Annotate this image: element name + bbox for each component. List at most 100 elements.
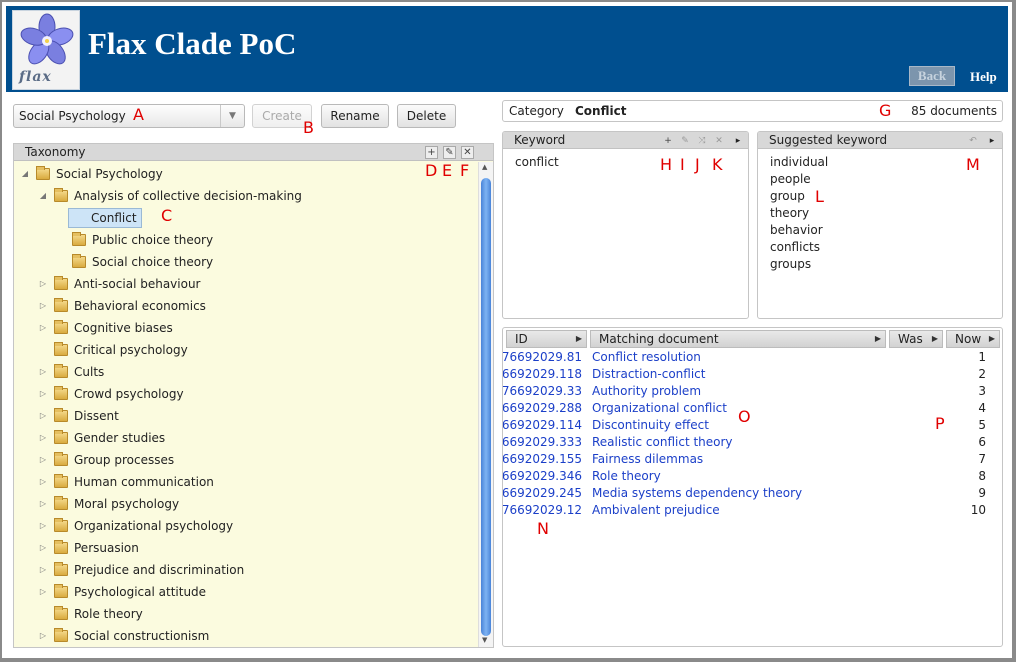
column-was[interactable]: Was ▶ xyxy=(889,330,943,348)
document-title-link[interactable]: Discontinuity effect xyxy=(592,417,709,434)
scroll-down-icon[interactable]: ▼ xyxy=(482,636,487,644)
column-matching-document[interactable]: Matching document ▶ xyxy=(590,330,886,348)
document-id[interactable]: 76692029.118 xyxy=(503,366,582,383)
tree-node[interactable]: ▷ Anti-social behaviour xyxy=(14,274,474,294)
tree-node-label[interactable]: Behavioral economics xyxy=(72,296,208,316)
scroll-up-icon[interactable]: ▲ xyxy=(482,163,487,171)
column-id[interactable]: ID ▶ xyxy=(506,330,587,348)
expand-toggle-icon[interactable]: ▷ xyxy=(38,450,48,470)
document-title-link[interactable]: Media systems dependency theory xyxy=(592,485,802,502)
expand-toggle-icon[interactable]: ▷ xyxy=(38,406,48,426)
expand-toggle-icon[interactable]: ▷ xyxy=(38,318,48,338)
undo-icon[interactable]: ↶ xyxy=(967,135,979,147)
tree-node-label[interactable]: Dissent xyxy=(72,406,121,426)
document-id[interactable]: 76692029.346 xyxy=(503,468,582,485)
expand-toggle-icon[interactable]: ▷ xyxy=(38,384,48,404)
suggested-keyword-item[interactable]: groups xyxy=(770,256,811,273)
document-title-link[interactable]: Conflict resolution xyxy=(592,349,701,366)
expand-toggle-icon[interactable]: ▷ xyxy=(38,296,48,316)
tree-node[interactable]: ▷ Psychological attitude xyxy=(14,582,474,602)
tree-node[interactable]: ▷ Organizational psychology xyxy=(14,516,474,536)
tree-node[interactable]: Critical psychology xyxy=(14,340,474,360)
document-title-link[interactable]: Organizational conflict xyxy=(592,400,727,417)
expand-toggle-icon[interactable]: ▷ xyxy=(38,560,48,580)
tree-node-label[interactable]: Conflict xyxy=(68,208,142,228)
table-row[interactable]: 76692029.333 Realistic conflict theory 6 xyxy=(503,434,1002,451)
add-keyword-icon[interactable]: + xyxy=(662,135,674,147)
delete-keyword-icon[interactable]: ✕ xyxy=(713,135,725,147)
expand-toggle-icon[interactable]: ▷ xyxy=(38,582,48,602)
tree-node[interactable]: ▷ Crowd psychology xyxy=(14,384,474,404)
expand-toggle-icon[interactable]: ▷ xyxy=(38,494,48,514)
document-id[interactable]: 76692029.155 xyxy=(503,451,582,468)
tree-node-label[interactable]: Role theory xyxy=(72,604,145,624)
document-id[interactable]: 76692029.114 xyxy=(503,417,582,434)
tree-node-label[interactable]: Social constructionism xyxy=(72,626,211,646)
table-row[interactable]: 76692029.245 Media systems dependency the… xyxy=(503,485,1002,502)
scrollbar-thumb[interactable] xyxy=(481,178,491,636)
chevron-down-icon[interactable]: ▼ xyxy=(220,105,244,127)
expand-toggle-icon[interactable]: ▷ xyxy=(38,274,48,294)
document-id[interactable]: 76692029.81 xyxy=(503,349,582,366)
suggested-keyword-item[interactable]: individual xyxy=(770,154,828,171)
tree-node[interactable]: ◢ Social Psychology xyxy=(14,164,474,184)
document-id[interactable]: 76692029.12 xyxy=(503,502,582,519)
document-id[interactable]: 76692029.288 xyxy=(503,400,582,417)
tree-node[interactable]: ▷ Cults xyxy=(14,362,474,382)
tree-node-label[interactable]: Psychological attitude xyxy=(72,582,208,602)
tree-node[interactable]: ▷ Behavioral economics xyxy=(14,296,474,316)
document-id[interactable]: 76692029.33 xyxy=(503,383,582,400)
document-title-link[interactable]: Authority problem xyxy=(592,383,701,400)
table-row[interactable]: 76692029.81 Conflict resolution 1 xyxy=(503,349,1002,366)
tree-node-label[interactable]: Group processes xyxy=(72,450,176,470)
tree-node[interactable]: ▷ Prejudice and discrimination xyxy=(14,560,474,580)
table-row[interactable]: 76692029.346 Role theory 8 xyxy=(503,468,1002,485)
document-title-link[interactable]: Distraction-conflict xyxy=(592,366,705,383)
suggested-keyword-item[interactable]: people xyxy=(770,171,811,188)
tree-node[interactable]: ◢ Analysis of collective decision-making xyxy=(14,186,474,206)
expand-toggle-icon[interactable]: ▷ xyxy=(38,538,48,558)
tree-node-label[interactable]: Gender studies xyxy=(72,428,167,448)
document-id[interactable]: 76692029.333 xyxy=(503,434,582,451)
tree-node[interactable]: ▷ Social constructionism xyxy=(14,626,474,646)
collapse-toggle-icon[interactable]: ◢ xyxy=(38,186,48,206)
table-row[interactable]: 76692029.288 Organizational conflict 4 xyxy=(503,400,1002,417)
expand-toggle-icon[interactable]: ▷ xyxy=(38,516,48,536)
tree-node-label[interactable]: Social choice theory xyxy=(90,252,215,272)
suggested-keyword-item[interactable]: theory xyxy=(770,205,809,222)
expand-toggle-icon[interactable]: ▷ xyxy=(38,626,48,646)
tree-node-label[interactable]: Crowd psychology xyxy=(72,384,186,404)
document-title-link[interactable]: Fairness dilemmas xyxy=(592,451,703,468)
keyword-item[interactable]: conflict xyxy=(515,154,559,171)
taxonomy-select[interactable]: Social Psychology ▼ xyxy=(13,104,245,128)
table-row[interactable]: 76692029.155 Fairness dilemmas 7 xyxy=(503,451,1002,468)
back-button[interactable]: Back xyxy=(909,66,955,86)
tree-node-label[interactable]: Prejudice and discrimination xyxy=(72,560,246,580)
expand-toggle-icon[interactable]: ▷ xyxy=(38,428,48,448)
table-row[interactable]: 76692029.12 Ambivalent prejudice 10 xyxy=(503,502,1002,519)
collapse-toggle-icon[interactable]: ◢ xyxy=(20,164,30,184)
tree-node[interactable]: Public choice theory xyxy=(14,230,474,250)
tree-node[interactable]: Conflict xyxy=(14,208,474,228)
suggested-keyword-item[interactable]: group xyxy=(770,188,805,205)
tree-node[interactable]: ▷ Persuasion xyxy=(14,538,474,558)
tree-node-label[interactable]: Analysis of collective decision-making xyxy=(72,186,304,206)
tree-node-label[interactable]: Critical psychology xyxy=(72,340,190,360)
tree-node-label[interactable]: Cognitive biases xyxy=(72,318,175,338)
table-row[interactable]: 76692029.114 Discontinuity effect 5 xyxy=(503,417,1002,434)
tree-node[interactable]: Role theory xyxy=(14,604,474,624)
help-link[interactable]: Help xyxy=(970,69,997,85)
document-title-link[interactable]: Ambivalent prejudice xyxy=(592,502,720,519)
tree-node[interactable]: ▷ Moral psychology xyxy=(14,494,474,514)
document-title-link[interactable]: Role theory xyxy=(592,468,661,485)
tree-node[interactable]: Social choice theory xyxy=(14,252,474,272)
tree-node[interactable]: ▷ Human communication xyxy=(14,472,474,492)
tree-node-label[interactable]: Cults xyxy=(72,362,106,382)
tree-node-label[interactable]: Moral psychology xyxy=(72,494,181,514)
delete-button[interactable]: Delete xyxy=(397,104,456,128)
merge-keyword-icon[interactable]: ⤨ xyxy=(696,135,708,147)
tree-node-label[interactable]: Organizational psychology xyxy=(72,516,235,536)
tree-node[interactable]: ▷ Dissent xyxy=(14,406,474,426)
suggested-keyword-item[interactable]: conflicts xyxy=(770,239,820,256)
tree-node[interactable]: ▷ Gender studies xyxy=(14,428,474,448)
